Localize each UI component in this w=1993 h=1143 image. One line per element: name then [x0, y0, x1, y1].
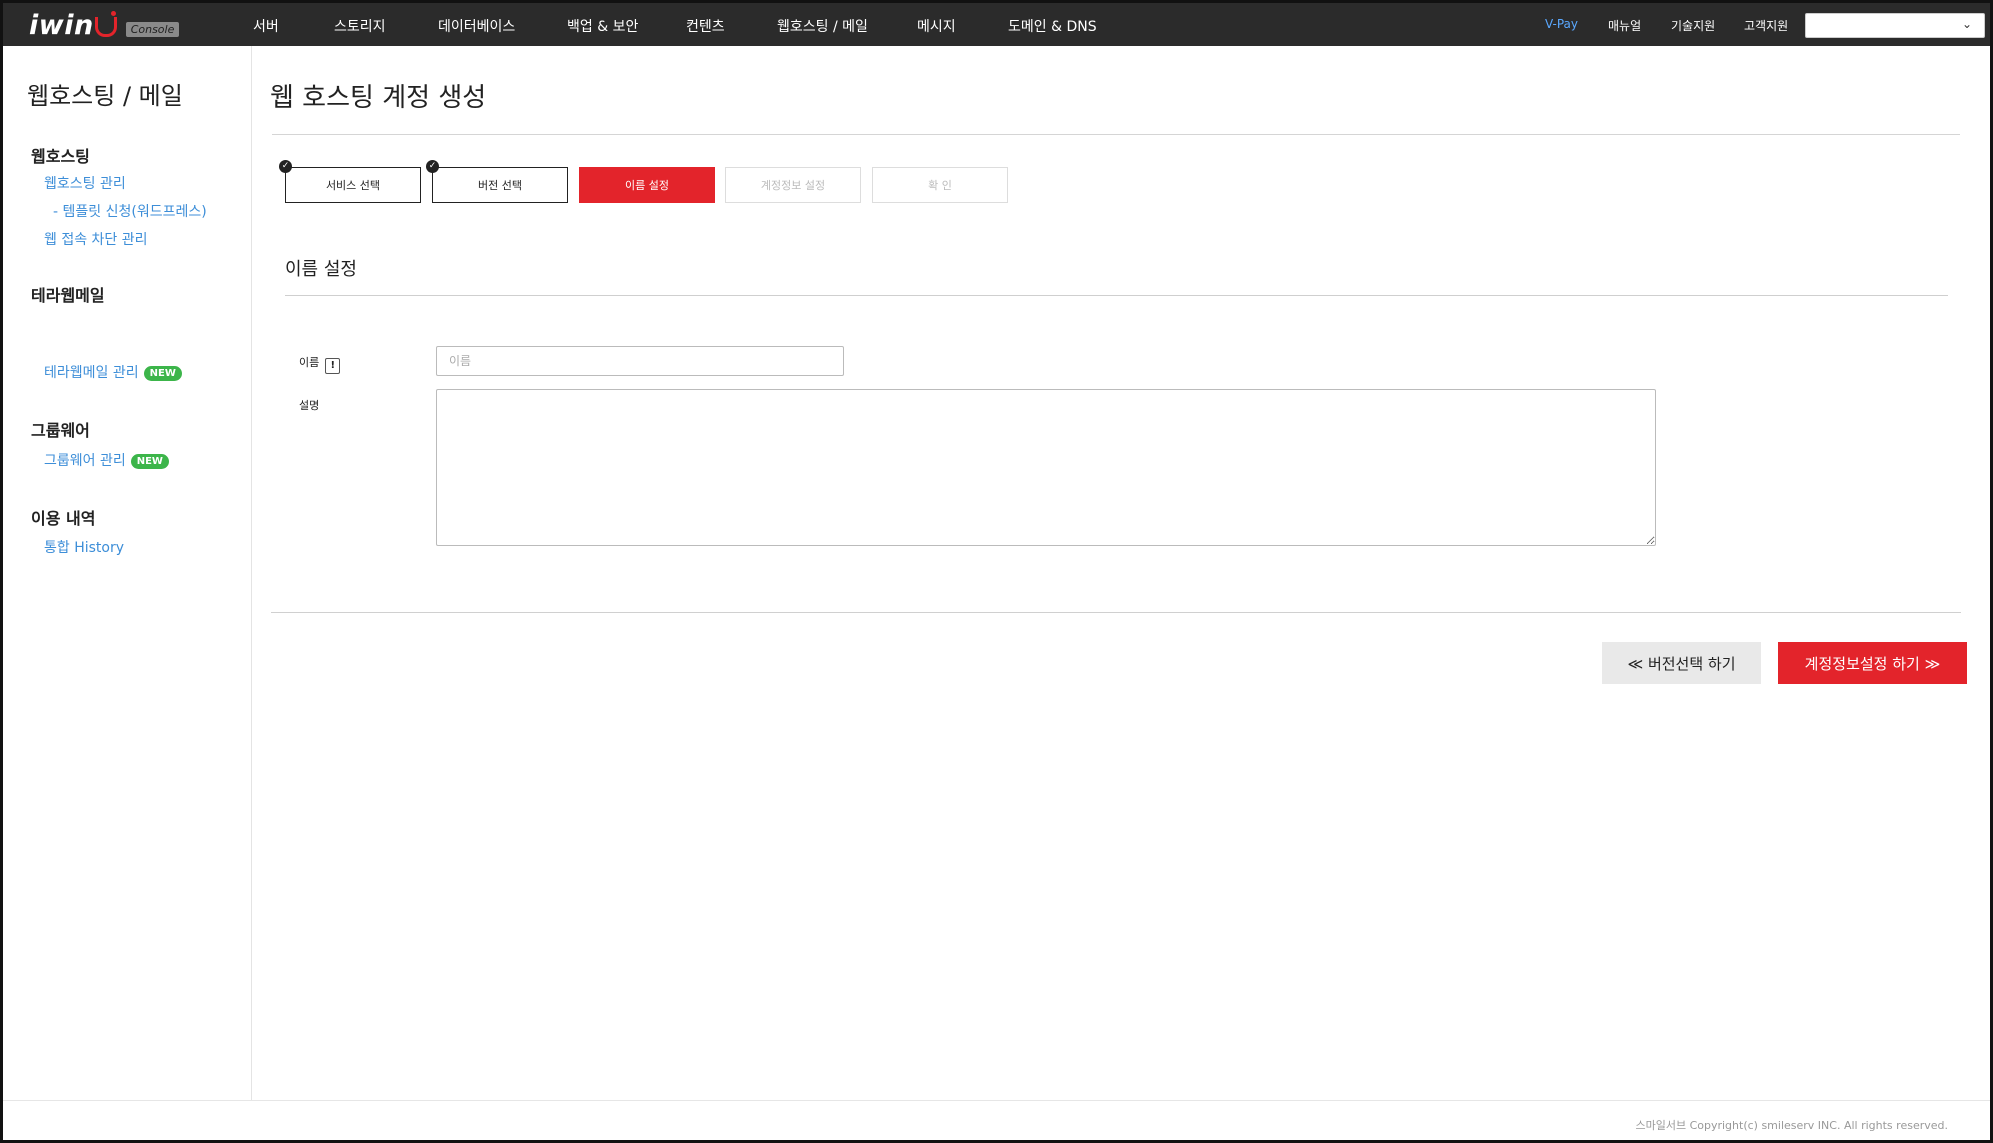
section-title: 이름 설정: [285, 259, 357, 280]
sidebar-heading-terawebmail: 테라웹메일: [31, 286, 105, 305]
step-service-select[interactable]: ✓ 서비스 선택: [279, 160, 421, 203]
step-version-select[interactable]: ✓ 버전 선택: [426, 160, 568, 203]
console-label: Console: [125, 21, 180, 37]
sidebar-heading-groupware: 그룹웨어: [31, 421, 90, 440]
sidebar: 웹호스팅 / 메일 웹호스팅 웹호스팅 관리 - 템플릿 신청(워드프레스) 웹…: [3, 46, 252, 1100]
account-select[interactable]: ⌄: [1805, 13, 1985, 38]
info-icon[interactable]: !: [325, 358, 341, 374]
sidebar-item-web-access-block[interactable]: 웹 접속 차단 관리: [44, 229, 148, 249]
smile-icon: [94, 11, 117, 37]
step-label: 계정정보 설정: [760, 179, 826, 192]
check-icon: ✓: [426, 160, 439, 173]
nav-item-contents[interactable]: 컨텐츠: [686, 16, 725, 36]
sidebar-heading-usage-history: 이용 내역: [31, 509, 96, 528]
chevron-down-icon: ⌄: [1961, 17, 1972, 31]
actions-divider: [271, 612, 1961, 613]
nav-item-domain-dns[interactable]: 도메인 & DNS: [1008, 16, 1097, 36]
step-label: 버전 선택: [478, 179, 522, 192]
step-label: 이름 설정: [625, 179, 669, 192]
step-label: 서비스 선택: [325, 179, 381, 192]
sidebar-item-groupware-manage[interactable]: 그룹웨어 관리 NEW: [44, 450, 169, 470]
section-divider: [285, 295, 1948, 296]
nav-item-webhosting-mail[interactable]: 웹호스팅 / 메일: [777, 16, 868, 36]
back-to-version-select-button[interactable]: ≪ 버전선택 하기: [1602, 642, 1761, 684]
step-label: 확 인: [928, 179, 952, 192]
nav-item-message[interactable]: 메시지: [917, 16, 956, 36]
step-confirm: 확 인: [872, 167, 1008, 203]
name-input[interactable]: [436, 346, 844, 376]
vpay-link[interactable]: V-Pay: [1545, 17, 1578, 31]
sidebar-item-label: 그룹웨어 관리: [44, 453, 126, 469]
copyright-text: 스마일서브 Copyright(c) smileserv INC. All ri…: [1635, 1119, 1948, 1132]
new-badge: NEW: [130, 454, 169, 469]
description-textarea[interactable]: [436, 389, 1656, 546]
go-to-account-info-button[interactable]: 계정정보설정 하기 ≫: [1778, 642, 1967, 684]
logo-text: iwin: [29, 9, 94, 41]
brand-logo[interactable]: iwin Console: [29, 7, 180, 43]
check-icon: ✓: [279, 160, 292, 173]
nav-item-database[interactable]: 데이터베이스: [438, 16, 515, 36]
top-navigation-bar: iwin Console 서버 스토리지 데이터베이스 백업 & 보안 컨텐츠 …: [3, 3, 1990, 46]
sidebar-item-webhosting-manage[interactable]: 웹호스팅 관리: [44, 173, 126, 193]
customer-support-link[interactable]: 고객지원: [1744, 17, 1788, 34]
new-badge: NEW: [143, 366, 182, 381]
name-label-text: 이름: [299, 356, 320, 369]
page-title: 웹 호스팅 계정 생성: [270, 83, 487, 113]
nav-item-server[interactable]: 서버: [253, 16, 279, 36]
step-account-info-setting: 계정정보 설정: [725, 167, 861, 203]
nav-item-storage[interactable]: 스토리지: [334, 16, 386, 36]
sidebar-item-template-request[interactable]: - 템플릿 신청(워드프레스): [53, 201, 207, 221]
nav-item-backup-security[interactable]: 백업 & 보안: [567, 16, 638, 36]
step-name-setting: 이름 설정: [579, 167, 715, 203]
sidebar-item-terawebmail-manage[interactable]: 테라웹메일 관리 NEW: [44, 362, 182, 382]
tech-support-link[interactable]: 기술지원: [1671, 17, 1715, 34]
description-field-label: 설명: [299, 399, 320, 412]
sidebar-item-integrated-history[interactable]: 통합 History: [44, 537, 124, 557]
sidebar-heading-webhosting: 웹호스팅: [31, 147, 90, 166]
app-window: iwin Console 서버 스토리지 데이터베이스 백업 & 보안 컨텐츠 …: [0, 0, 1993, 1143]
manual-link[interactable]: 매뉴얼: [1608, 17, 1641, 34]
sidebar-title: 웹호스팅 / 메일: [27, 82, 183, 110]
sidebar-item-label: 테라웹메일 관리: [44, 365, 139, 381]
title-divider: [272, 134, 1960, 135]
footer-divider: [3, 1100, 1990, 1101]
name-field-label: 이름!: [299, 354, 341, 374]
